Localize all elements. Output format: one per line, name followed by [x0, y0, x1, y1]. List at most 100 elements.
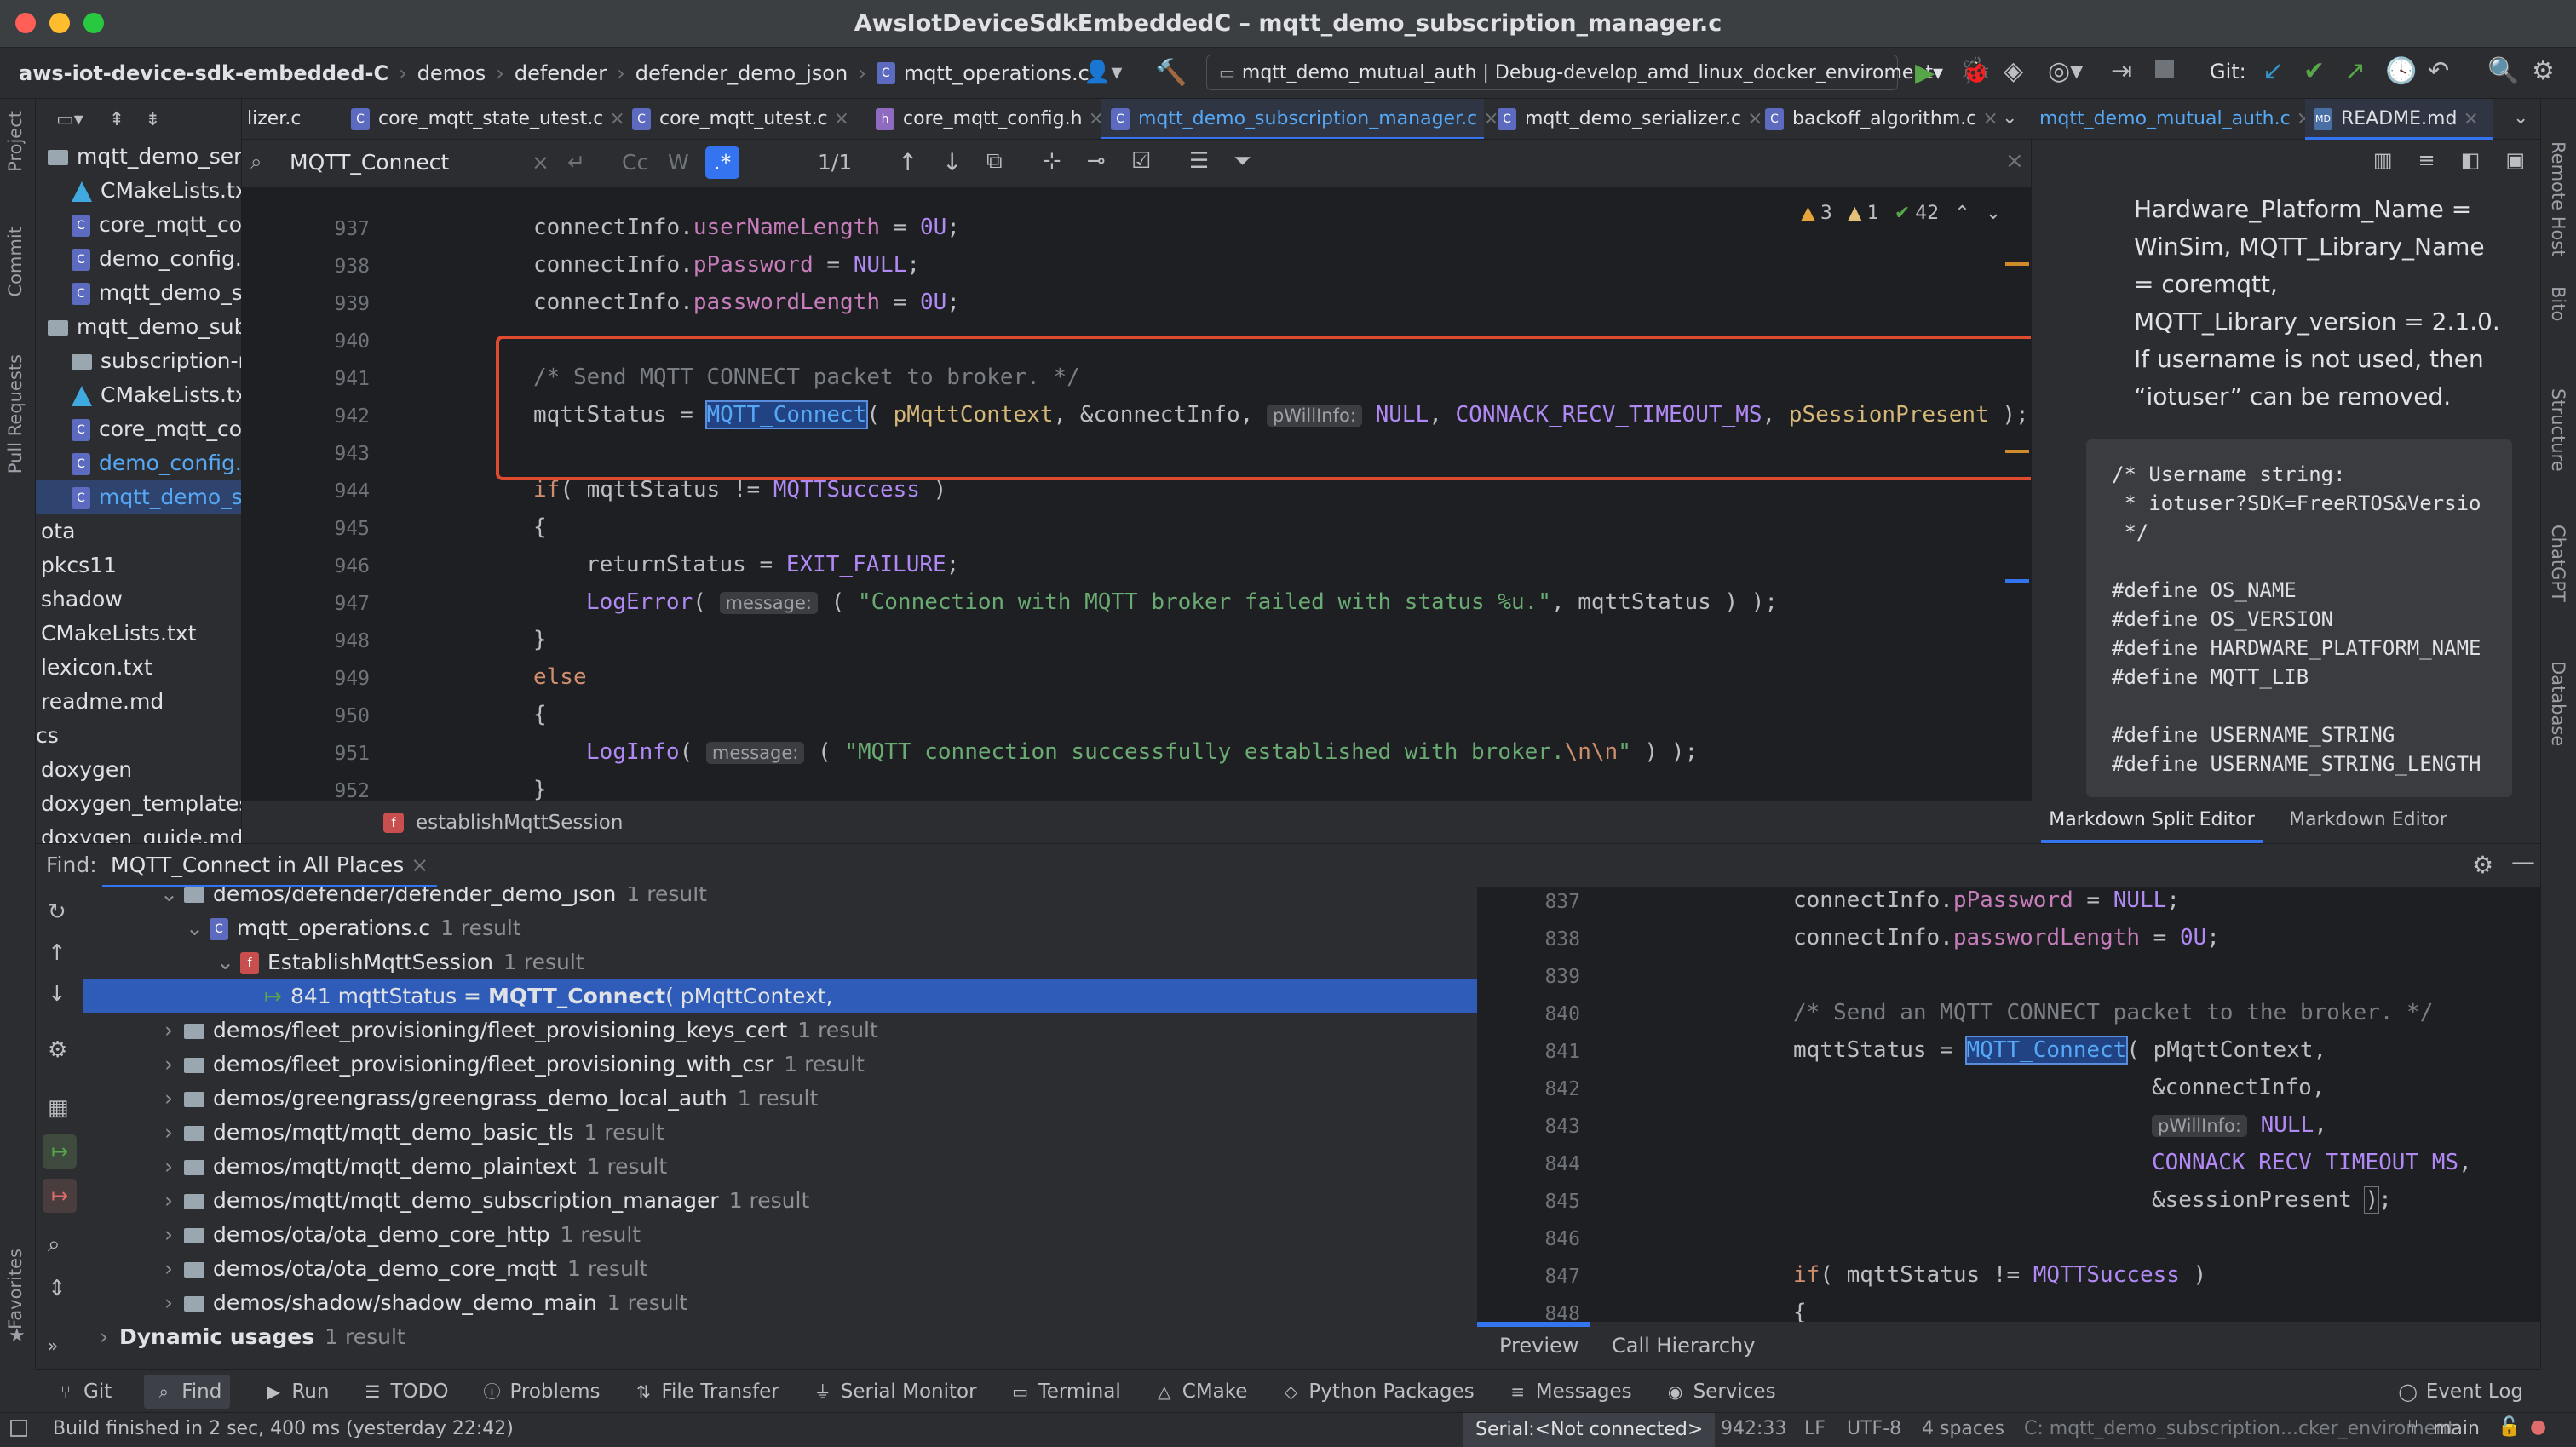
select-all-icon[interactable]: ☑ — [1131, 148, 1151, 174]
search-everywhere-icon[interactable]: 🔍 — [2487, 56, 2519, 86]
tab-overflow-chevron-icon[interactable]: ⌄ — [2002, 107, 2017, 129]
project-tree-item[interactable]: cs — [36, 719, 59, 753]
coverage-icon[interactable]: ◈ — [2004, 56, 2023, 86]
event-log-tool-button[interactable]: ◯ Event Log — [2397, 1375, 2523, 1409]
tab-overflow-chevron-icon[interactable]: ⌄ — [2513, 107, 2528, 129]
match-case-toggle[interactable]: Cc — [622, 150, 648, 175]
tab-mqtt-demo-serializer[interactable]: Cmqtt_demo_serializer.c × — [1491, 99, 1772, 139]
tab-core-mqtt-config[interactable]: h core_mqtt_config.h × — [869, 99, 1116, 139]
expand-arrow-icon[interactable]: › — [160, 1218, 177, 1252]
settings-gear-icon[interactable]: ⚙ — [2472, 851, 2493, 879]
project-tool-button[interactable]: Project — [5, 111, 26, 172]
commit-tool-button[interactable]: Commit — [5, 227, 26, 297]
breadcrumb-function[interactable]: establishMqttSession — [416, 812, 623, 834]
settings-gear-icon[interactable]: ⚙ — [2532, 56, 2555, 86]
find-result-row[interactable]: › demos/mqtt/mqtt_demo_subscription_manag… — [83, 1184, 1477, 1218]
terminal-tool-button[interactable]: ▭ Terminal — [1009, 1381, 1121, 1403]
tab-markdown-editor[interactable]: Markdown Editor — [2274, 801, 2462, 843]
project-tree-item[interactable]: Ccore_mqtt_co — [36, 208, 241, 242]
expand-arrow-icon[interactable]: › — [160, 1116, 177, 1150]
build-hammer-icon[interactable]: 🔨 — [1155, 58, 1187, 88]
serial-status[interactable]: Serial:<Not connected> — [1463, 1413, 1716, 1447]
find-result-row[interactable]: ⌄ f EstablishMqttSession 1 result — [83, 945, 1477, 979]
project-tree-item[interactable]: subscription-r — [36, 344, 241, 378]
project-tree-item[interactable]: Ccore_mqtt_co — [36, 412, 241, 446]
next-result-icon[interactable]: ↓ — [48, 981, 66, 1007]
find-result-row[interactable]: › demos/mqtt/mqtt_demo_plaintext 1 result — [83, 1150, 1477, 1184]
git-tool-button[interactable]: ⑂ Git — [55, 1381, 112, 1403]
tab-call-hierarchy[interactable]: Call Hierarchy — [1612, 1334, 1755, 1358]
project-tree-item[interactable]: ota — [36, 514, 75, 548]
alert-icon[interactable]: ● — [2530, 1416, 2546, 1438]
clear-search-icon[interactable]: × — [532, 150, 549, 175]
breadcrumb-demos[interactable]: demos — [417, 61, 486, 85]
database-tool-button[interactable]: Database — [2548, 661, 2568, 746]
find-result-row[interactable]: › demos/fleet_provisioning/fleet_provisio… — [83, 1013, 1477, 1048]
inspection-widget[interactable]: ▲ 3 ▲ 1 ✔ 42 ⌃ ⌄ — [1801, 203, 2001, 224]
git-commit-icon[interactable]: ✔ — [2303, 56, 2325, 86]
tab-mqtt-demo-mutual-auth[interactable]: mqtt_demo_mutual_auth.c × — [2039, 99, 2312, 140]
find-result-row[interactable]: ⌄ demos/defender/defender_demo_json 1 resu… — [83, 887, 1477, 911]
project-tree-item[interactable]: CMakeLists.txt — [36, 617, 196, 651]
find-tool-button[interactable]: ⌕ Find — [144, 1375, 231, 1409]
project-tree-item[interactable]: Cdemo_config.l — [36, 446, 241, 480]
find-result-row[interactable]: › demos/ota/ota_demo_core_http 1 result — [83, 1218, 1477, 1252]
previous-result-icon[interactable]: ↑ — [48, 940, 66, 966]
collapse-icon[interactable]: ⇕ — [48, 1276, 66, 1301]
tab-find-results[interactable]: MQTT_Connect in All Places × — [102, 844, 438, 888]
expand-arrow-icon[interactable]: › — [160, 1150, 177, 1184]
expand-arrow-icon[interactable]: › — [160, 1048, 177, 1082]
tool-windows-toggle-icon[interactable] — [10, 1420, 27, 1437]
remote-host-tool-button[interactable]: Remote Host — [2548, 141, 2568, 257]
code-editor[interactable]: 937 938 939 940 941 942 943 944 945 946 … — [242, 187, 2031, 801]
project-tree-item[interactable]: mqtt_demo_subs — [36, 310, 241, 344]
project-tree-item[interactable]: shadow — [36, 583, 123, 617]
project-view-icon[interactable]: ▭▾ — [56, 109, 83, 130]
tab-core-mqtt-utest[interactable]: Ccore_mqtt_utest.c × — [625, 99, 864, 139]
run-configuration-selector[interactable]: ▭ mqtt_demo_mutual_auth | Debug-develop_… — [1206, 55, 1943, 90]
cmake-tool-button[interactable]: △ CMake — [1153, 1381, 1247, 1403]
user-icon[interactable]: 👤▾ — [1084, 60, 1122, 85]
expand-arrow-icon[interactable]: ⌄ — [216, 945, 234, 979]
find-result-row[interactable]: › demos/mqtt/mqtt_demo_basic_tls 1 result — [83, 1116, 1477, 1150]
regex-toggle[interactable]: .* — [705, 146, 739, 179]
project-tree-item[interactable]: CMakeLists.tx — [36, 174, 241, 208]
caret-position[interactable]: 942:33 — [1721, 1418, 1786, 1439]
python-packages-tool-button[interactable]: ◇ Python Packages — [1279, 1381, 1475, 1403]
group-icon[interactable]: ▦ — [48, 1095, 69, 1121]
rollback-icon[interactable]: ↶ — [2428, 56, 2449, 86]
image-icon[interactable]: ▣ — [2505, 148, 2525, 172]
line-separator[interactable]: LF — [1804, 1418, 1826, 1439]
expand-arrow-icon[interactable]: › — [160, 1286, 177, 1320]
project-tree-item[interactable]: mqtt_demo_seria — [36, 140, 241, 174]
expand-arrow-icon[interactable]: › — [95, 1320, 112, 1354]
tab-preview[interactable]: Preview — [1499, 1334, 1578, 1358]
project-tree-item[interactable]: lexicon.txt — [36, 651, 152, 685]
whole-words-toggle[interactable]: W — [668, 150, 689, 175]
expand-arrow-icon[interactable]: › — [160, 1252, 177, 1286]
find-result-row[interactable]: › demos/greengrass/greengrass_demo_local_… — [83, 1082, 1477, 1116]
services-tool-button[interactable]: ◉ Services — [1665, 1381, 1776, 1403]
find-result-row[interactable]: › demos/fleet_provisioning/fleet_provisio… — [83, 1048, 1477, 1082]
editor-only-icon[interactable]: ≡ — [2418, 148, 2435, 172]
find-result-row[interactable]: › demos/shadow/shadow_demo_main 1 result — [83, 1286, 1477, 1320]
project-tree-item[interactable]: doxygen — [36, 753, 132, 787]
tab-readme-md[interactable]: MD README.md × — [2305, 99, 2493, 140]
pull-requests-tool-button[interactable]: Pull Requests — [5, 354, 26, 474]
filter-options-icon[interactable]: ☰ — [1189, 148, 1209, 174]
find-result-usage-selected[interactable]: ↦ 841 mqttStatus = MQTT_Connect( pMqttCon… — [83, 979, 1477, 1013]
breadcrumb-defender-demo-json[interactable]: defender_demo_json — [635, 61, 848, 85]
expand-arrow-icon[interactable]: › — [160, 1013, 177, 1048]
git-history-icon[interactable]: 🕓 — [2385, 56, 2417, 86]
chatgpt-tool-button[interactable]: ChatGPT — [2548, 525, 2568, 602]
collapse-all-icon[interactable]: ⇞ — [109, 109, 124, 130]
chevron-up-icon[interactable]: ⌃ — [1954, 203, 1969, 224]
expand-all-icon[interactable]: ⇟ — [145, 109, 160, 130]
find-result-row[interactable]: › Dynamic usages 1 result — [83, 1320, 1477, 1354]
profile-icon[interactable]: ◎▾ — [2048, 56, 2083, 86]
settings-gear-icon[interactable]: ⚙ — [48, 1037, 67, 1063]
todo-tool-button[interactable]: ☰ TODO — [361, 1381, 449, 1403]
breadcrumb-file[interactable]: mqtt_operations.c — [904, 61, 1090, 85]
file-encoding[interactable]: UTF-8 — [1847, 1418, 1901, 1439]
structure-tool-button[interactable]: Structure — [2548, 388, 2568, 472]
